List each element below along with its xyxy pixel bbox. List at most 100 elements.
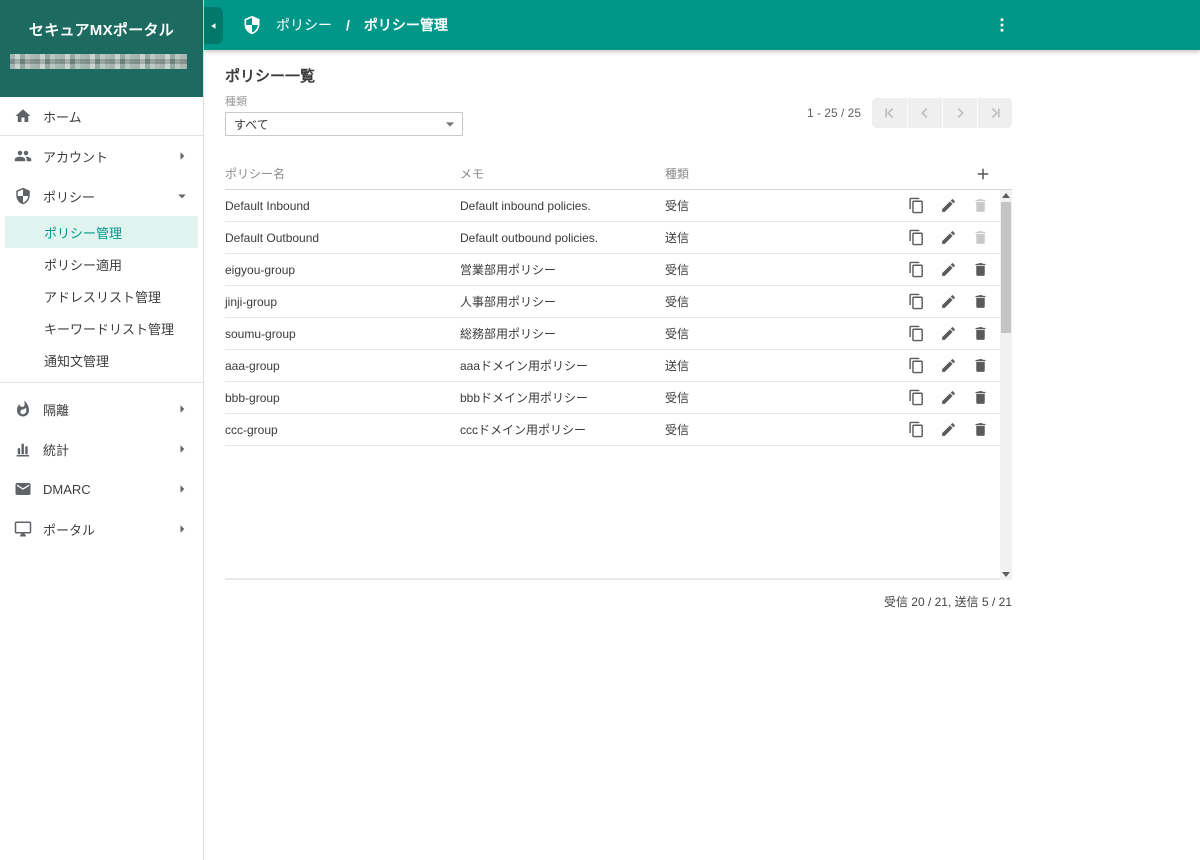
delete-button[interactable]	[972, 293, 989, 310]
policy-name-cell: jinji-group	[225, 295, 460, 309]
page-title: ポリシー一覧	[225, 66, 1200, 88]
sidebar-subitem-label: 通知文管理	[44, 351, 109, 370]
type-cell: 受信	[665, 293, 900, 310]
next-page-button[interactable]	[942, 98, 977, 128]
sidebar-item-statistics[interactable]: 統計	[0, 429, 203, 469]
row-actions	[900, 293, 1000, 310]
policy-name-cell: Default Inbound	[225, 199, 460, 213]
copy-button[interactable]	[908, 293, 925, 310]
sidebar-item-keyword-list[interactable]: キーワードリスト管理	[5, 312, 198, 344]
memo-cell: 営業部用ポリシー	[460, 261, 665, 278]
sidebar-item-quarantine[interactable]: 隔離	[0, 389, 203, 429]
home-icon	[14, 107, 32, 125]
copy-button[interactable]	[908, 229, 925, 246]
table-rows: Default Inbound Default inbound policies…	[225, 190, 1000, 446]
app-title: セキュアMXポータル	[10, 19, 193, 40]
sidebar-item-label: ポリシー	[43, 187, 173, 206]
filter-row: 種類 すべて 1 - 25 / 25	[225, 96, 1012, 136]
memo-cell: Default inbound policies.	[460, 199, 665, 213]
row-actions	[900, 197, 1000, 214]
collapse-arrow-icon	[208, 20, 220, 32]
scroll-down-arrow[interactable]	[1000, 569, 1012, 580]
first-page-button[interactable]	[872, 98, 907, 128]
table-row: bbb-group bbbドメイン用ポリシー 受信	[225, 382, 1000, 414]
copy-button[interactable]	[908, 421, 925, 438]
delete-button[interactable]	[972, 389, 989, 406]
copy-button[interactable]	[908, 261, 925, 278]
row-actions	[900, 357, 1000, 374]
main-area: ポリシー / ポリシー管理 ポリシー一覧 種類 すべて	[204, 0, 1200, 860]
copy-button[interactable]	[908, 389, 925, 406]
table-row: Default Outbound Default outbound polici…	[225, 222, 1000, 254]
delete-button[interactable]	[972, 357, 989, 374]
sidebar-item-policy-apply[interactable]: ポリシー適用	[5, 248, 198, 280]
edit-button[interactable]	[940, 421, 957, 438]
edit-button[interactable]	[940, 357, 957, 374]
add-policy-button[interactable]	[974, 165, 992, 183]
table-body: Default Inbound Default inbound policies…	[225, 190, 1012, 580]
bar-chart-icon	[14, 440, 32, 458]
table-row: eigyou-group 営業部用ポリシー 受信	[225, 254, 1000, 286]
table-row: Default Inbound Default inbound policies…	[225, 190, 1000, 222]
page-content: ポリシー一覧 種類 すべて 1 - 25 / 25	[204, 50, 1200, 860]
pager-buttons	[872, 98, 1012, 128]
type-filter: 種類 すべて	[225, 96, 463, 136]
row-actions	[900, 229, 1000, 246]
sidebar-item-account[interactable]: アカウント	[0, 136, 203, 176]
sidebar-nav: ホーム アカウント ポリシー	[0, 97, 203, 549]
redacted-account-id	[10, 54, 187, 69]
chevron-down-icon	[173, 187, 191, 205]
vertical-scrollbar[interactable]	[1000, 190, 1012, 580]
chevron-right-icon	[173, 440, 191, 458]
more-options-button[interactable]	[993, 13, 1011, 37]
edit-button[interactable]	[940, 229, 957, 246]
row-actions	[900, 325, 1000, 342]
chevron-left-icon	[915, 103, 935, 123]
breadcrumb-parent[interactable]: ポリシー	[276, 15, 332, 35]
sidebar-item-policy[interactable]: ポリシー	[0, 176, 203, 216]
type-filter-select[interactable]: すべて	[225, 112, 463, 136]
delete-button[interactable]	[972, 421, 989, 438]
delete-button[interactable]	[972, 325, 989, 342]
sidebar-item-policy-management[interactable]: ポリシー管理	[5, 216, 198, 248]
sidebar-item-notification-text[interactable]: 通知文管理	[5, 344, 198, 376]
policy-name-cell: soumu-group	[225, 327, 460, 341]
scroll-up-arrow[interactable]	[1000, 190, 1012, 201]
table-row: ccc-group cccドメイン用ポリシー 受信	[225, 414, 1000, 446]
sidebar-item-home[interactable]: ホーム	[0, 97, 203, 135]
column-header-policy-name: ポリシー名	[225, 165, 460, 182]
memo-cell: cccドメイン用ポリシー	[460, 421, 665, 438]
type-filter-label: 種類	[225, 96, 463, 109]
prev-page-button[interactable]	[907, 98, 942, 128]
sidebar-item-label: 統計	[43, 440, 173, 459]
type-cell: 受信	[665, 421, 900, 438]
column-header-memo: メモ	[460, 165, 665, 182]
sidebar: セキュアMXポータル ホーム アカウント	[0, 0, 204, 860]
copy-button[interactable]	[908, 197, 925, 214]
kebab-icon	[993, 16, 1011, 34]
delete-button[interactable]	[972, 261, 989, 278]
column-header-type: 種類	[665, 165, 974, 182]
edit-button[interactable]	[940, 389, 957, 406]
chevron-right-icon	[173, 520, 191, 538]
policy-name-cell: Default Outbound	[225, 231, 460, 245]
scrollbar-thumb[interactable]	[1001, 202, 1011, 333]
sidebar-divider	[0, 382, 203, 383]
sidebar-subitem-label: アドレスリスト管理	[44, 287, 161, 306]
edit-button[interactable]	[940, 261, 957, 278]
sidebar-item-label: アカウント	[43, 147, 173, 166]
edit-button[interactable]	[940, 325, 957, 342]
edit-button[interactable]	[940, 293, 957, 310]
sidebar-collapse-button[interactable]	[204, 7, 223, 44]
sidebar-item-portal[interactable]: ポータル	[0, 509, 203, 549]
chevron-right-icon	[173, 480, 191, 498]
edit-button[interactable]	[940, 197, 957, 214]
delete-button[interactable]	[972, 229, 989, 246]
delete-button[interactable]	[972, 197, 989, 214]
copy-button[interactable]	[908, 357, 925, 374]
breadcrumb-separator: /	[346, 17, 350, 33]
sidebar-item-dmarc[interactable]: DMARC	[0, 469, 203, 509]
sidebar-item-address-list[interactable]: アドレスリスト管理	[5, 280, 198, 312]
last-page-button[interactable]	[977, 98, 1012, 128]
copy-button[interactable]	[908, 325, 925, 342]
